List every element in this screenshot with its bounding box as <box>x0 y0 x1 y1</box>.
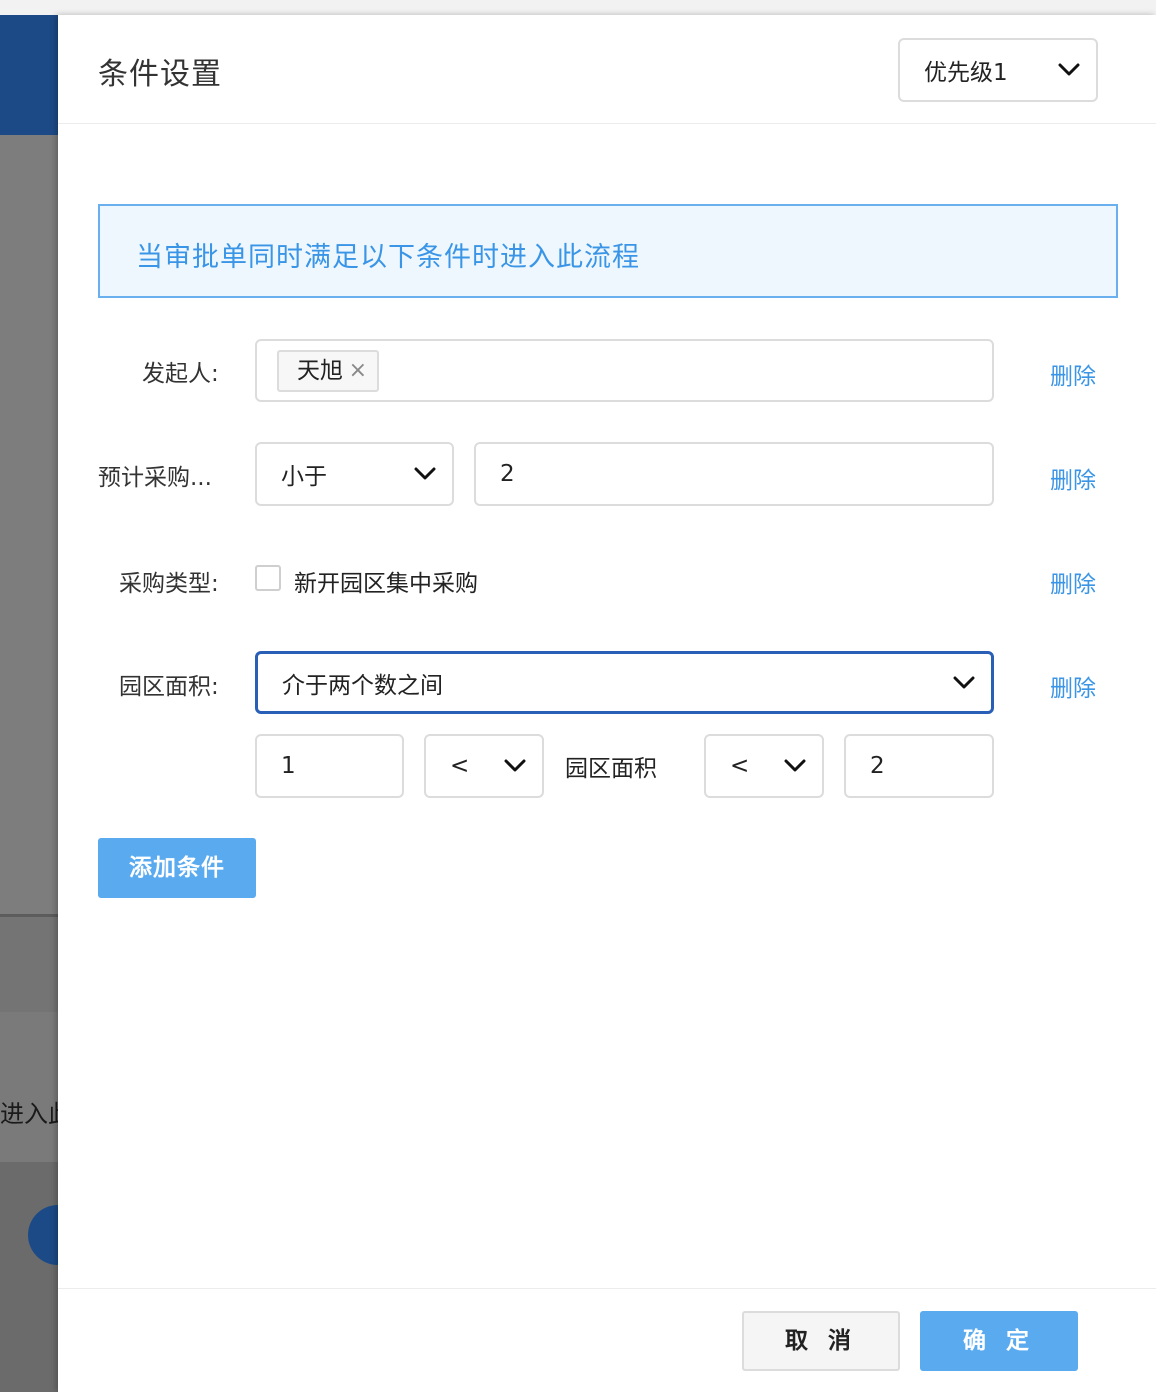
cancel-button[interactable]: 取 消 <box>742 1311 900 1371</box>
background-lower <box>0 1162 60 1392</box>
delete-budget-link[interactable]: 删除 <box>1050 461 1096 495</box>
initiator-tag: 天旭 × <box>277 350 379 392</box>
delete-park-area-link[interactable]: 删除 <box>1050 669 1096 703</box>
chevron-down-icon <box>1058 63 1080 76</box>
chevron-down-icon <box>414 467 436 480</box>
drawer-header: 条件设置 优先级1 <box>58 15 1156 124</box>
delete-initiator-link[interactable]: 删除 <box>1050 357 1096 391</box>
park-area-field-label: 园区面积 <box>565 756 657 782</box>
purchase-type-label: 采购类型: <box>119 571 219 597</box>
chevron-down-icon <box>504 759 526 772</box>
condition-notice-text: 当审批单同时满足以下条件时进入此流程 <box>136 242 640 273</box>
initiator-field[interactable]: 天旭 × <box>255 339 994 402</box>
background-card <box>0 1012 60 1162</box>
confirm-button[interactable]: 确 定 <box>920 1311 1078 1371</box>
background-top-edge <box>0 0 1156 15</box>
budget-value: 2 <box>500 461 515 487</box>
park-area-min-value: 1 <box>281 753 296 779</box>
park-area-min-input[interactable]: 1 <box>255 734 404 798</box>
park-area-max-value: 2 <box>870 753 885 779</box>
park-area-operator1-value: < <box>450 753 470 779</box>
budget-operator-select[interactable]: 小于 <box>255 442 454 506</box>
close-icon[interactable]: × <box>349 352 367 390</box>
background-overlay <box>0 135 60 915</box>
park-area-operator2-select[interactable]: < <box>704 734 824 798</box>
drawer-footer: 取 消 确 定 <box>58 1288 1156 1392</box>
park-area-operator1-select[interactable]: < <box>424 734 544 798</box>
condition-notice: 当审批单同时满足以下条件时进入此流程 <box>98 204 1118 298</box>
chevron-down-icon <box>784 759 806 772</box>
add-condition-button[interactable]: 添加条件 <box>98 838 256 898</box>
budget-operator-value: 小于 <box>281 464 327 490</box>
initiator-label: 发起人: <box>142 361 219 387</box>
park-area-operator2-value: < <box>730 753 750 779</box>
budget-label: 预计采购... <box>98 465 212 491</box>
budget-value-input[interactable]: 2 <box>474 442 994 506</box>
condition-settings-drawer: 条件设置 优先级1 当审批单同时满足以下条件时进入此流程 发起人: 天旭 × 删… <box>58 15 1156 1392</box>
purchase-type-option-label[interactable]: 新开园区集中采购 <box>294 564 478 598</box>
priority-select[interactable]: 优先级1 <box>898 38 1098 102</box>
park-area-mode-select[interactable]: 介于两个数之间 <box>255 651 994 714</box>
background-band <box>0 917 60 1012</box>
park-area-mode-value: 介于两个数之间 <box>282 672 443 699</box>
initiator-tag-label: 天旭 <box>297 358 343 384</box>
page: 进入此 条件设置 优先级1 当审批单同时满足以下条件时进入此流程 发起人: 天旭… <box>0 0 1156 1392</box>
background-header-bar <box>0 15 60 135</box>
park-area-max-input[interactable]: 2 <box>844 734 994 798</box>
purchase-type-checkbox[interactable] <box>255 565 281 591</box>
chevron-down-icon <box>953 676 975 688</box>
delete-purchase-type-link[interactable]: 删除 <box>1050 565 1096 599</box>
priority-select-value: 优先级1 <box>924 60 1008 86</box>
park-area-label: 园区面积: <box>119 674 219 700</box>
drawer-title: 条件设置 <box>98 57 222 92</box>
background-card-text: 进入此 <box>0 1100 58 1128</box>
